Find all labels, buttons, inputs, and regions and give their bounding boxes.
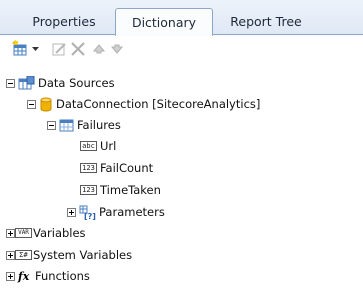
data-sources-icon <box>18 76 35 90</box>
tree-node-field-url[interactable]: abc Url <box>80 136 116 156</box>
tree-node-failures[interactable]: Failures <box>47 115 121 135</box>
table-icon <box>59 119 74 131</box>
parameters-icon: [?] <box>79 205 96 220</box>
database-icon <box>40 97 52 111</box>
tree-node-data-connection[interactable]: DataConnection [SitecoreAnalytics] <box>27 94 260 114</box>
collapse-toggle[interactable] <box>47 120 56 130</box>
svg-text:[?]: [?] <box>84 212 96 220</box>
tree-node-system-variables[interactable]: Σ# System Variables <box>6 245 132 265</box>
tree-node-field-failcount[interactable]: 123 FailCount <box>80 158 153 178</box>
tree-node-variables[interactable]: VAR Variables <box>6 223 86 243</box>
expand-toggle[interactable] <box>6 250 15 260</box>
delete-icon <box>71 42 85 56</box>
tree-label: Data Sources <box>38 76 115 90</box>
tree-node-field-timetaken[interactable]: 123 TimeTaken <box>80 180 161 200</box>
edit-icon <box>52 43 66 56</box>
move-up-button[interactable] <box>91 40 107 58</box>
tree-label: TimeTaken <box>100 183 161 197</box>
collapse-toggle[interactable] <box>6 78 15 88</box>
expand-toggle[interactable] <box>6 228 15 238</box>
new-item-button[interactable] <box>12 40 30 58</box>
number-field-icon: 123 <box>80 163 97 173</box>
collapse-toggle[interactable] <box>27 99 36 109</box>
move-down-icon <box>111 44 123 54</box>
tree-label: Functions <box>35 269 90 283</box>
expand-toggle[interactable] <box>6 271 15 281</box>
dictionary-toolbar <box>0 36 363 63</box>
tree-label: FailCount <box>100 161 154 175</box>
string-field-icon: abc <box>80 141 97 151</box>
new-item-dropdown[interactable] <box>31 40 39 58</box>
new-item-icon <box>12 40 27 56</box>
tree-label: DataConnection [SitecoreAnalytics] <box>56 97 261 111</box>
tree-node-functions[interactable]: fx Functions <box>6 266 90 286</box>
tab-report-tree[interactable]: Report Tree <box>216 8 316 35</box>
move-up-icon <box>93 44 105 54</box>
tree-label: Variables <box>33 226 86 240</box>
tree-label: Url <box>100 139 117 153</box>
system-variables-icon: Σ# <box>15 250 32 260</box>
expand-toggle[interactable] <box>67 207 76 217</box>
dropdown-arrow-icon <box>31 46 39 51</box>
tree-node-data-sources[interactable]: Data Sources <box>6 73 115 93</box>
move-down-button[interactable] <box>109 40 125 58</box>
delete-button[interactable] <box>69 40 87 58</box>
number-field-icon: 123 <box>80 185 97 195</box>
tree-label: System Variables <box>33 248 133 262</box>
tree-label: Failures <box>77 118 121 132</box>
functions-icon: fx <box>18 269 30 283</box>
tab-bar: Properties Dictionary Report Tree <box>0 0 363 36</box>
tab-properties[interactable]: Properties <box>18 8 110 35</box>
tree-label: Parameters <box>99 205 165 219</box>
tree-node-parameters[interactable]: [?] Parameters <box>67 202 165 222</box>
variables-icon: VAR <box>15 228 32 238</box>
tab-dictionary[interactable]: Dictionary <box>115 8 213 36</box>
edit-button[interactable] <box>50 40 68 58</box>
